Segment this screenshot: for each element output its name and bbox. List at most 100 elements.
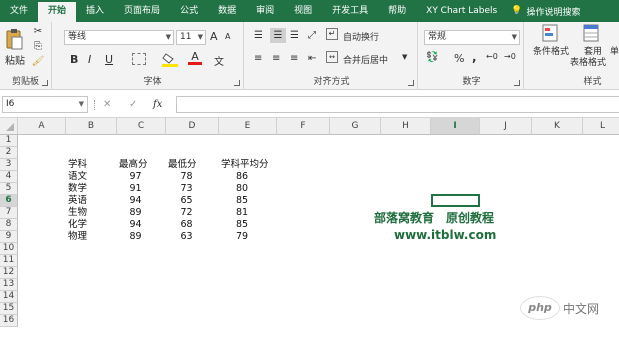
copy-icon[interactable]: ⎘ <box>31 41 45 52</box>
row-header[interactable]: 1 <box>0 135 18 147</box>
increase-decimal-icon[interactable]: ←0 <box>486 52 498 61</box>
table-cell[interactable]: 89 <box>121 207 150 219</box>
font-name-select[interactable]: 等线 ▼ <box>64 30 174 45</box>
selected-cell[interactable] <box>431 194 480 207</box>
font-launcher[interactable] <box>234 80 240 86</box>
font-color-icon[interactable]: A <box>188 50 202 65</box>
tab-1[interactable]: 文件 <box>0 0 38 22</box>
conditional-format-button[interactable]: 条件格式 <box>529 44 573 57</box>
row-header[interactable]: 16 <box>0 315 18 327</box>
table-cell[interactable]: 89 <box>121 231 150 243</box>
font-size-select[interactable]: 11 ▼ <box>176 30 206 45</box>
row-header[interactable]: 11 <box>0 255 18 267</box>
table-header-cell[interactable]: 最低分 <box>168 159 197 171</box>
column-header[interactable]: J <box>480 118 532 135</box>
align-right-icon[interactable]: ≡ <box>290 53 298 64</box>
table-cell[interactable]: 物理 <box>68 231 87 243</box>
conditional-format-icon[interactable] <box>542 24 558 42</box>
tab-10[interactable]: 帮助 <box>378 0 416 22</box>
format-table-button-line2[interactable]: 表格格式 <box>570 55 606 68</box>
insert-function-icon[interactable]: fx <box>153 99 162 110</box>
column-header[interactable]: B <box>66 118 117 135</box>
comma-button[interactable]: , <box>472 50 477 64</box>
tell-me-search[interactable]: 💡 操作说明搜索 <box>507 5 580 18</box>
select-all-corner[interactable] <box>0 118 18 135</box>
column-header[interactable]: L <box>583 118 619 135</box>
table-cell[interactable]: 73 <box>170 183 203 195</box>
tab-9[interactable]: 开发工具 <box>322 0 378 22</box>
column-header[interactable]: D <box>166 118 219 135</box>
chevron-down-icon[interactable]: ▼ <box>402 53 407 61</box>
table-cell[interactable]: 数学 <box>68 183 87 195</box>
alignment-launcher[interactable] <box>408 80 414 86</box>
column-header[interactable]: A <box>18 118 66 135</box>
wrap-text-icon[interactable]: ↵ <box>326 28 338 40</box>
table-cell[interactable]: 97 <box>121 171 150 183</box>
row-header[interactable]: 4 <box>0 171 18 183</box>
format-painter-icon[interactable]: 🖌 <box>31 56 45 67</box>
table-cell[interactable]: 化学 <box>68 219 87 231</box>
table-cell[interactable]: 79 <box>223 231 261 243</box>
row-header[interactable]: 6 <box>0 195 18 207</box>
table-cell[interactable]: 86 <box>223 171 261 183</box>
row-header[interactable]: 14 <box>0 291 18 303</box>
format-table-icon[interactable] <box>583 24 599 42</box>
fill-color-icon[interactable] <box>162 52 178 70</box>
table-cell[interactable]: 72 <box>170 207 203 219</box>
italic-button[interactable]: I <box>88 53 91 66</box>
tab-3[interactable]: 插入 <box>76 0 114 22</box>
table-header-cell[interactable]: 学科 <box>68 159 87 171</box>
align-top-icon[interactable]: ☰ <box>254 30 263 41</box>
name-box[interactable]: I6 ▼ <box>2 96 88 113</box>
accounting-icon[interactable]: 💱 <box>426 52 438 63</box>
column-header[interactable]: G <box>330 118 381 135</box>
table-cell[interactable]: 65 <box>170 195 203 207</box>
column-header[interactable]: C <box>117 118 166 135</box>
merge-center-button[interactable]: 合并后居中 <box>343 53 388 66</box>
cancel-icon[interactable]: ✕ <box>103 99 111 110</box>
row-header[interactable]: 5 <box>0 183 18 195</box>
phonetic-icon[interactable]: 文 <box>214 53 224 68</box>
table-cell[interactable]: 80 <box>223 183 261 195</box>
formula-input[interactable] <box>176 96 619 113</box>
row-header[interactable]: 3 <box>0 159 18 171</box>
table-header-cell[interactable]: 学科平均分 <box>221 159 269 171</box>
align-left-icon[interactable]: ≡ <box>254 53 262 64</box>
row-header[interactable]: 12 <box>0 267 18 279</box>
grow-font-button[interactable]: A <box>210 30 218 43</box>
paste-icon[interactable] <box>4 28 24 50</box>
column-header[interactable]: H <box>381 118 431 135</box>
cut-icon[interactable]: ✂ <box>31 26 45 37</box>
splitter-handle[interactable] <box>94 100 96 110</box>
table-cell[interactable]: 85 <box>223 219 261 231</box>
row-header[interactable]: 15 <box>0 303 18 315</box>
table-cell[interactable]: 94 <box>121 195 150 207</box>
row-header[interactable]: 2 <box>0 147 18 159</box>
table-cell[interactable]: 91 <box>121 183 150 195</box>
row-header[interactable]: 10 <box>0 243 18 255</box>
enter-icon[interactable]: ✓ <box>129 99 137 110</box>
table-cell[interactable]: 生物 <box>68 207 87 219</box>
indent-icon[interactable]: ⇤ <box>308 53 316 64</box>
tab-5[interactable]: 公式 <box>170 0 208 22</box>
border-icon[interactable] <box>132 53 146 65</box>
cell-styles-button[interactable]: 单 <box>610 44 619 57</box>
percent-button[interactable]: % <box>454 52 464 65</box>
decrease-decimal-icon[interactable]: →0 <box>504 52 516 61</box>
table-cell[interactable]: 81 <box>223 207 261 219</box>
paste-button[interactable]: 粘贴 <box>2 52 28 67</box>
table-cell[interactable]: 78 <box>170 171 203 183</box>
number-format-select[interactable]: 常规 ▼ <box>424 30 520 45</box>
table-cell[interactable]: 68 <box>170 219 203 231</box>
column-header[interactable]: E <box>219 118 277 135</box>
table-cell[interactable]: 85 <box>223 195 261 207</box>
clipboard-launcher[interactable] <box>42 80 48 86</box>
table-cell[interactable]: 语文 <box>68 171 87 183</box>
number-launcher[interactable] <box>514 80 520 86</box>
column-header[interactable]: I <box>431 118 480 135</box>
orientation-icon[interactable]: ⤢ <box>308 30 316 41</box>
tab-4[interactable]: 页面布局 <box>114 0 170 22</box>
shrink-font-button[interactable]: A <box>225 32 230 41</box>
tab-6[interactable]: 数据 <box>208 0 246 22</box>
row-header[interactable]: 9 <box>0 231 18 243</box>
